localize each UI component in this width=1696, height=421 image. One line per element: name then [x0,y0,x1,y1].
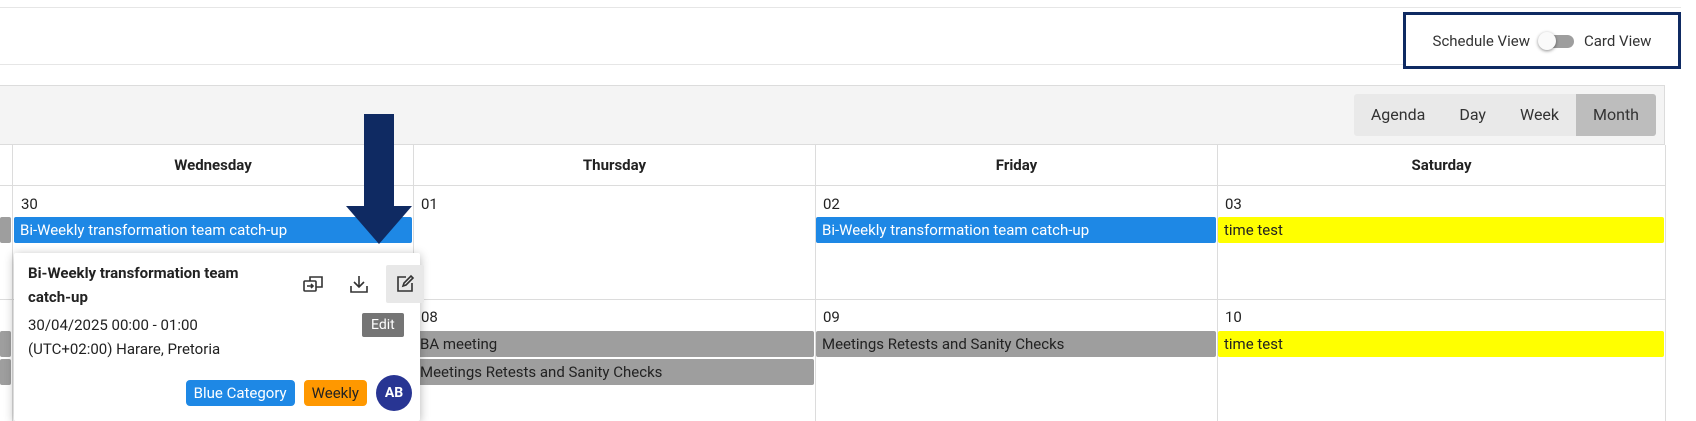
date-cell-number[interactable]: 10 [1225,308,1242,326]
day-header-saturday: Saturday [1411,156,1472,174]
popup-event-time: 30/04/2025 00:00 - 01:00 [28,316,198,334]
event-meetings-retests-thursday[interactable]: Meetings Retests and Sanity Checks [414,359,814,385]
category-tag: Blue Category [185,380,295,406]
event-time-test-saturday-2[interactable]: time test [1218,331,1664,357]
popup-event-title: Bi-Weekly transformation team catch-up [28,264,239,306]
edit-button[interactable] [386,265,424,303]
toggle-knob [1537,31,1556,50]
edit-tooltip: Edit [362,313,404,337]
date-cell-number[interactable]: 01 [421,195,438,213]
date-cell-number[interactable]: 02 [823,195,840,213]
event-meetings-retests-friday[interactable]: Meetings Retests and Sanity Checks [816,331,1216,357]
date-cell-number[interactable]: 08 [421,308,438,326]
schedule-view-label: Schedule View [1432,31,1530,50]
move-to-icon [303,276,323,292]
date-cell-number[interactable]: 03 [1225,195,1242,213]
event-time-test-saturday[interactable]: time test [1218,217,1664,243]
day-header-thursday: Thursday [582,156,647,174]
top-panel: Schedule View Card View [0,7,1681,69]
popup-event-timezone: (UTC+02:00) Harare, Pretoria [28,340,221,358]
card-view-label: Card View [1583,31,1652,50]
event-overflow[interactable] [0,217,11,243]
view-toggle-switch[interactable] [1537,31,1576,50]
view-switcher: Agenda Day Week Month [1353,94,1656,136]
day-header-friday: Friday [995,156,1038,174]
popup-actions [294,265,424,303]
recurrence-tag: Weekly [303,380,367,406]
date-cell-number[interactable]: 09 [823,308,840,326]
column-divider [12,145,13,421]
event-biweekly-friday[interactable]: Bi-Weekly transformation team catch-up [816,217,1216,243]
agenda-view-button[interactable]: Agenda [1354,94,1442,136]
download-icon [350,276,368,293]
event-ba-meeting[interactable]: BA meeting [414,331,814,357]
column-divider [815,145,816,421]
event-overflow[interactable] [0,359,11,385]
view-toggle-highlight: Schedule View Card View [1403,12,1681,69]
annotation-arrow-icon [346,114,412,244]
month-view-button[interactable]: Month [1576,94,1656,136]
move-to-button[interactable] [294,265,332,303]
download-button[interactable] [340,265,378,303]
calendar-toolbar: Agenda Day Week Month [0,85,1665,145]
event-quick-info-popup: Bi-Weekly transformation team catch-up 3… [14,253,424,421]
popup-tags: Blue Category Weekly AB [185,375,412,411]
day-view-button[interactable]: Day [1442,94,1503,136]
event-overflow[interactable] [0,331,11,357]
column-divider [1217,145,1218,421]
edit-icon [397,274,415,292]
row-divider [0,185,1665,186]
date-cell-number[interactable]: 30 [21,195,38,213]
avatar[interactable]: AB [376,375,412,411]
week-view-button[interactable]: Week [1503,94,1576,136]
